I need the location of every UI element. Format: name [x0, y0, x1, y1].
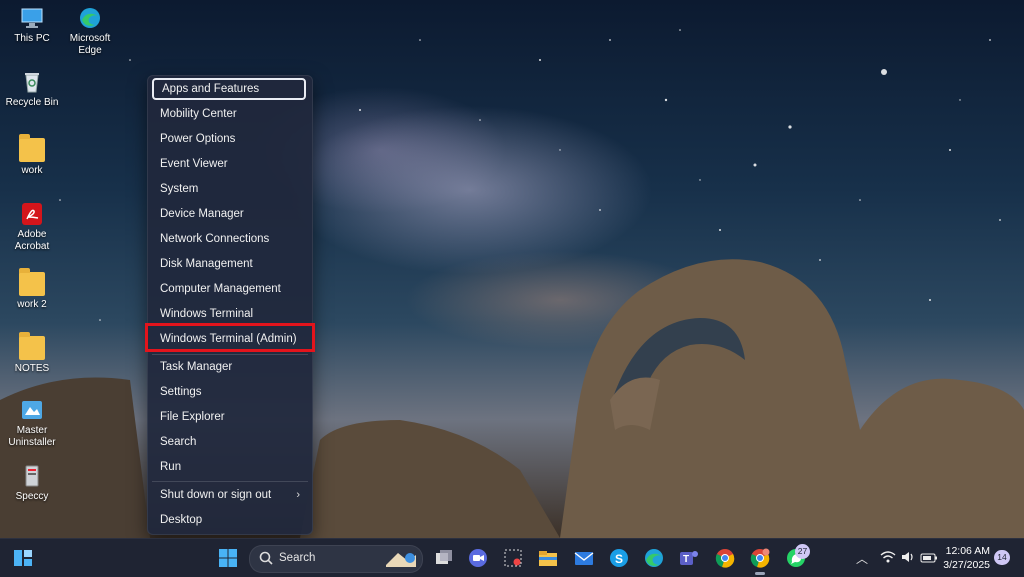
desktop-icon-label: Master Uninstaller	[8, 425, 56, 448]
desktop-icon-microsoft-edge[interactable]: Microsoft Edge	[58, 6, 122, 57]
acrobat-icon	[19, 202, 45, 226]
show-hidden-icons-chevron-icon[interactable]: ︿	[856, 550, 868, 567]
svg-text:T: T	[683, 554, 689, 565]
menu-item-label: Network Connections	[160, 233, 270, 245]
search-label: Search	[279, 552, 316, 564]
menu-item-file-explorer[interactable]: File Explorer	[152, 406, 306, 428]
desktop-icon-label: Adobe Acrobat	[14, 229, 50, 252]
desktop-icon-this-pc[interactable]: This PC	[0, 6, 64, 45]
desktop-icon-master-uninstaller[interactable]: Master Uninstaller	[0, 398, 64, 449]
menu-item-network-connections[interactable]: Network Connections	[152, 228, 306, 250]
menu-item-computer-management[interactable]: Computer Management	[152, 278, 306, 300]
whatsapp-unread-badge: 27	[795, 544, 810, 559]
chrome-profile-icon[interactable]	[749, 547, 771, 569]
zoom-icon[interactable]	[467, 547, 489, 569]
menu-item-device-manager[interactable]: Device Manager	[152, 203, 306, 225]
desktop-icon-label: This PC	[14, 33, 50, 44]
chevron-right-icon: ›	[296, 489, 300, 501]
menu-item-settings[interactable]: Settings	[152, 381, 306, 403]
mail-icon[interactable]	[573, 547, 595, 569]
desktop-icon-adobe-acrobat[interactable]: Adobe Acrobat	[0, 202, 64, 253]
task-view-icon[interactable]	[433, 547, 455, 569]
clock-date[interactable]: 3/27/2025	[932, 559, 990, 571]
chrome-icon[interactable]	[714, 547, 736, 569]
menu-item-windows-terminal[interactable]: Windows Terminal	[152, 303, 306, 325]
menu-item-label: Device Manager	[160, 208, 244, 220]
speccy-icon	[19, 464, 45, 488]
desktop-icon-recycle-bin[interactable]: Recycle Bin	[0, 70, 64, 109]
snipping-tool-icon[interactable]	[502, 547, 524, 569]
menu-item-label: Mobility Center	[160, 108, 237, 120]
menu-item-label: Settings	[160, 386, 202, 398]
menu-item-desktop[interactable]: Desktop	[152, 509, 306, 531]
menu-item-label: Computer Management	[160, 283, 281, 295]
skype-icon[interactable]: S	[608, 547, 630, 569]
start-icon[interactable]	[217, 547, 239, 569]
folder-icon	[19, 332, 45, 360]
menu-item-label: Search	[160, 436, 197, 448]
svg-text:S: S	[615, 552, 623, 566]
menu-item-label: File Explorer	[160, 411, 225, 423]
search-icon	[259, 551, 273, 570]
monitor-icon	[19, 6, 45, 30]
menu-item-label: Run	[160, 461, 182, 473]
desktop-icon-label: Microsoft Edge	[69, 33, 111, 56]
menu-separator	[152, 354, 308, 355]
menu-item-label: Task Manager	[160, 361, 233, 373]
uninstaller-icon	[19, 398, 45, 422]
volume-icon[interactable]	[900, 550, 916, 569]
power-user-menu: Apps and Features Mobility Center Power …	[147, 75, 313, 535]
taskbar-search-box[interactable]: Search	[249, 545, 423, 573]
menu-item-shut-down-or-sign-out[interactable]: Shut down or sign out ›	[152, 484, 306, 506]
menu-item-label: Apps and Features	[162, 83, 260, 95]
wifi-icon[interactable]	[880, 550, 896, 569]
menu-item-mobility-center[interactable]: Mobility Center	[152, 103, 306, 125]
desktop-icon-work[interactable]: work	[0, 134, 64, 177]
folder-icon	[19, 134, 45, 162]
menu-item-task-manager[interactable]: Task Manager	[152, 356, 306, 378]
clock-time[interactable]: 12:06 AM	[938, 545, 990, 557]
desktop-icon-label: Recycle Bin	[5, 97, 59, 108]
menu-item-label: Power Options	[160, 133, 236, 145]
menu-item-run[interactable]: Run	[152, 456, 306, 478]
menu-item-label: Event Viewer	[160, 158, 228, 170]
recycle-bin-icon	[19, 70, 45, 94]
menu-separator	[152, 481, 308, 482]
menu-item-label: Windows Terminal	[160, 308, 254, 320]
desktop-icon-label: NOTES	[14, 363, 50, 374]
menu-item-system[interactable]: System	[152, 178, 306, 200]
desktop-icon-notes[interactable]: NOTES	[0, 332, 64, 375]
annotation-highlight-box	[145, 323, 315, 352]
desktop-icon-label: work 2	[17, 299, 47, 310]
desktop-icon-label: Speccy	[15, 491, 49, 502]
menu-item-label: Shut down or sign out	[160, 489, 272, 501]
desktop-icon-work-2[interactable]: work 2	[0, 268, 64, 311]
menu-item-disk-management[interactable]: Disk Management	[152, 253, 306, 275]
active-app-indicator	[755, 572, 765, 575]
desktop-icon-speccy[interactable]: Speccy	[0, 464, 64, 503]
menu-item-power-options[interactable]: Power Options	[152, 128, 306, 150]
desktop-icon-label: work	[21, 165, 43, 176]
teams-icon[interactable]: T	[678, 547, 700, 569]
menu-item-label: Disk Management	[160, 258, 253, 270]
file-explorer-icon[interactable]	[537, 547, 559, 569]
search-highlight-illustration-icon	[384, 549, 418, 574]
menu-item-apps-and-features[interactable]: Apps and Features	[152, 78, 306, 100]
menu-item-search[interactable]: Search	[152, 431, 306, 453]
taskbar: Search S T 27 ︿ 12:06 AM 3/27/2025 14	[0, 538, 1024, 577]
menu-item-label: Desktop	[160, 514, 203, 526]
menu-item-label: System	[160, 183, 199, 195]
widgets-icon[interactable]	[12, 547, 34, 569]
notification-count-badge[interactable]: 14	[994, 550, 1010, 565]
edge-icon[interactable]	[643, 547, 665, 569]
menu-item-event-viewer[interactable]: Event Viewer	[152, 153, 306, 175]
edge-icon	[77, 6, 103, 30]
folder-icon	[19, 268, 45, 296]
